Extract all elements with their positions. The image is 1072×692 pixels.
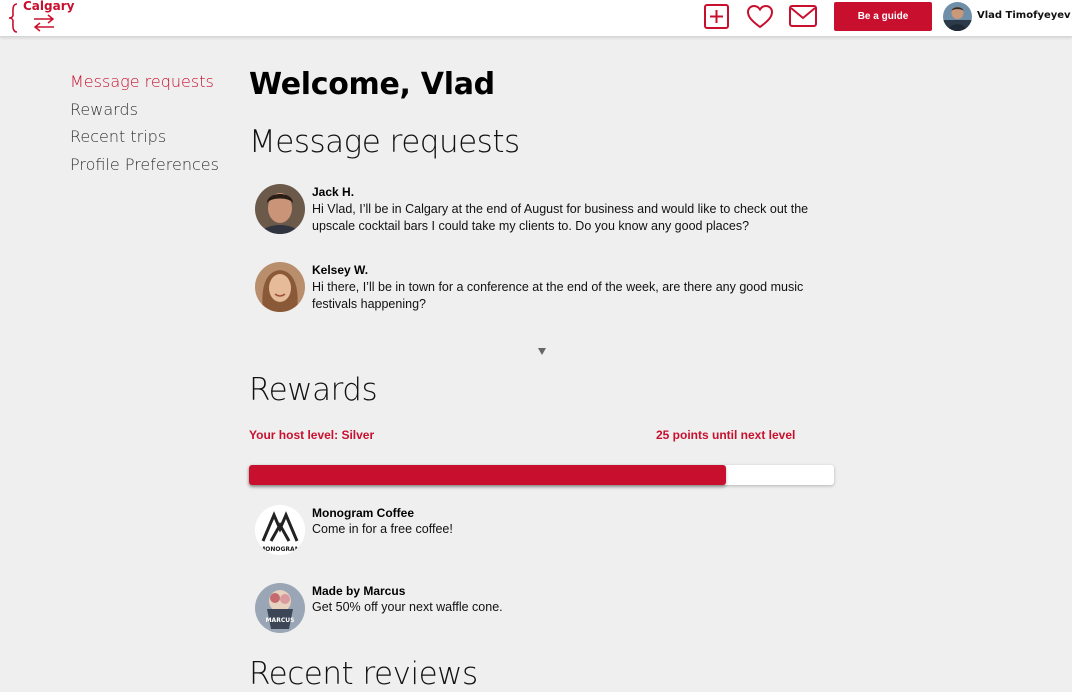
- be-a-guide-button[interactable]: Be a guide: [834, 2, 932, 31]
- calgary-logo[interactable]: Calgary: [8, 0, 74, 34]
- message-preview: Hi Vlad, I’ll be in Calgary at the end o…: [312, 202, 809, 233]
- host-level-label: Your host level: Silver: [249, 428, 375, 442]
- avatar: [255, 262, 305, 312]
- sidebar-item-message-requests[interactable]: Message requests: [70, 72, 214, 91]
- avatar: [255, 184, 305, 234]
- reward-description: Come in for a free coffee!: [312, 522, 453, 536]
- message-request-item[interactable]: Jack H. Hi Vlad, I’ll be in Calgary at t…: [255, 184, 835, 236]
- sidebar-item-recent-trips[interactable]: Recent trips: [70, 127, 166, 146]
- sidebar-item-profile-preferences[interactable]: Profile Preferences: [70, 155, 219, 174]
- sender-name: Jack H.: [312, 185, 355, 199]
- svg-text:MARCUS: MARCUS: [266, 617, 295, 624]
- rewards-title: Rewards: [249, 372, 378, 408]
- user-name[interactable]: Vlad Timofyeyev: [977, 10, 1071, 21]
- message-preview: Hi there, I’ll be in town for a conferen…: [312, 280, 804, 311]
- logo-text: Calgary: [23, 0, 75, 13]
- exchange-arrows-icon: [33, 14, 55, 32]
- add-icon[interactable]: [703, 3, 731, 29]
- mail-icon[interactable]: [788, 3, 818, 29]
- sender-name: Kelsey W.: [312, 263, 369, 277]
- brace-icon: [8, 3, 18, 33]
- rewards-progress-bar: [249, 465, 834, 485]
- show-more-arrow-icon[interactable]: [537, 343, 547, 355]
- monogram-coffee-logo: MONOGRAM: [255, 505, 305, 555]
- reward-name: Made by Marcus: [312, 584, 406, 598]
- reward-name: Monogram Coffee: [312, 506, 414, 520]
- svg-text:MONOGRAM: MONOGRAM: [259, 546, 300, 553]
- message-requests-title: Message requests: [249, 124, 520, 160]
- sidebar-item-rewards[interactable]: Rewards: [70, 100, 138, 119]
- welcome-heading: Welcome, Vlad: [249, 67, 495, 102]
- reward-description: Get 50% off your next waffle cone.: [312, 600, 503, 614]
- reward-item[interactable]: MARCUS Made by Marcus Get 50% off your n…: [255, 583, 835, 635]
- top-navigation-bar: Calgary Be a guide Vlad Timofyeyev: [0, 0, 1072, 37]
- made-by-marcus-logo: MARCUS: [255, 583, 305, 633]
- message-request-item[interactable]: Kelsey W. Hi there, I’ll be in town for …: [255, 262, 835, 314]
- reward-item[interactable]: MONOGRAM Monogram Coffee Come in for a f…: [255, 505, 835, 557]
- rewards-progress-fill: [249, 465, 726, 485]
- user-avatar[interactable]: [943, 2, 972, 31]
- points-until-next-level: 25 points until next level: [656, 428, 796, 442]
- recent-reviews-title: Recent reviews: [249, 656, 478, 692]
- heart-icon[interactable]: [746, 3, 774, 29]
